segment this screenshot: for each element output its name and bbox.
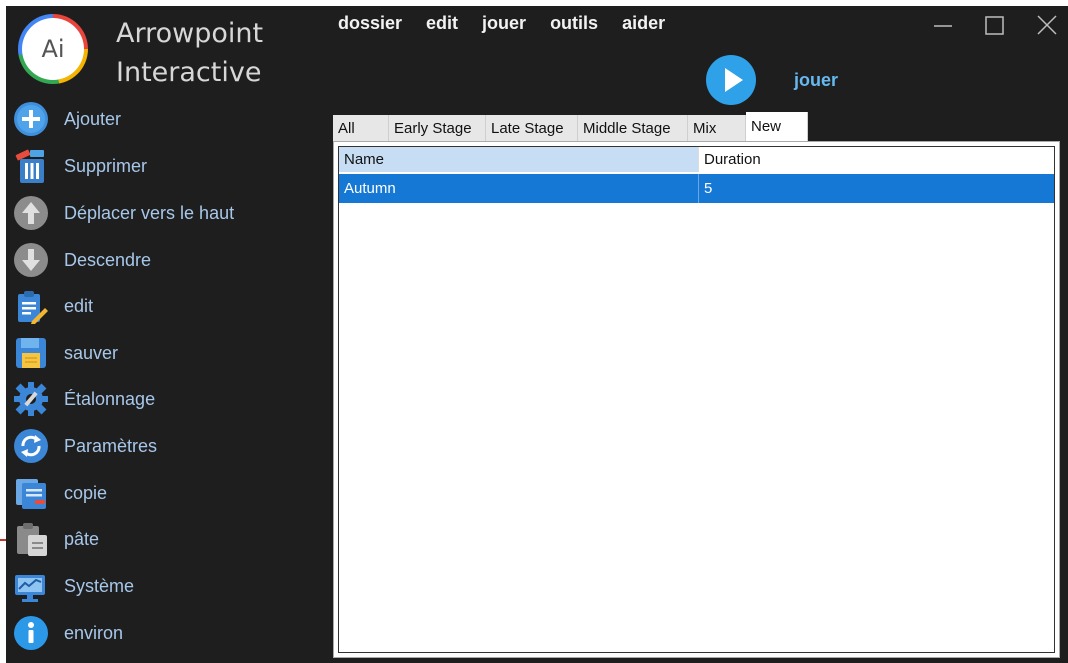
- grid-header-row: Name Duration: [339, 147, 1054, 172]
- sidebar-item-etalonnage[interactable]: Étalonnage: [12, 379, 312, 419]
- sidebar-item-label: pâte: [64, 528, 100, 549]
- app-window: Ai Arrowpoint Interactive dossier edit j…: [6, 6, 1068, 663]
- sidebar-item-supprimer[interactable]: Supprimer: [12, 146, 312, 186]
- grid-panel: Name Duration Autumn 5: [333, 141, 1060, 658]
- play-label[interactable]: jouer: [794, 70, 838, 91]
- maximize-icon: [985, 16, 1004, 35]
- sidebar-item-copie[interactable]: copie: [12, 473, 312, 513]
- menu-aider[interactable]: aider: [622, 13, 665, 34]
- column-header-name[interactable]: Name: [339, 147, 699, 172]
- sidebar-item-sauver[interactable]: sauver: [12, 333, 312, 373]
- tab-bar: All Early Stage Late Stage Middle Stage …: [333, 112, 808, 141]
- logo: Ai: [18, 14, 88, 84]
- sidebar-item-label: Déplacer vers le haut: [64, 202, 235, 223]
- tab-early-stage[interactable]: Early Stage: [389, 115, 486, 141]
- menu-jouer[interactable]: jouer: [482, 13, 526, 34]
- sidebar-item-label: Descendre: [64, 249, 152, 270]
- info-icon: [12, 614, 50, 652]
- sidebar-item-edit[interactable]: edit: [12, 286, 312, 326]
- sidebar-item-label: sauver: [64, 342, 119, 363]
- tab-mix[interactable]: Mix: [688, 115, 746, 141]
- close-button[interactable]: [1032, 12, 1062, 38]
- sidebar-item-label: Paramètres: [64, 435, 158, 456]
- tab-middle-stage[interactable]: Middle Stage: [578, 115, 688, 141]
- cell-duration[interactable]: 5: [699, 174, 1054, 203]
- sidebar-item-deplacer-vers-le-haut[interactable]: Déplacer vers le haut: [12, 193, 312, 233]
- save-icon: [12, 334, 50, 372]
- tab-late-stage[interactable]: Late Stage: [486, 115, 578, 141]
- sidebar-item-label: Supprimer: [64, 155, 148, 176]
- menu-dossier[interactable]: dossier: [338, 13, 402, 34]
- minimize-icon: [934, 25, 952, 27]
- close-icon: [1037, 15, 1057, 35]
- sidebar-item-label: environ: [64, 622, 124, 643]
- paste-icon: [12, 520, 50, 558]
- play-icon: [725, 68, 743, 92]
- sidebar-item-label: Étalonnage: [64, 388, 156, 409]
- tab-new[interactable]: New: [746, 112, 808, 141]
- sidebar-item-parametres[interactable]: Paramètres: [12, 426, 312, 466]
- minimize-button[interactable]: [928, 12, 958, 38]
- copy-icon: [12, 474, 50, 512]
- sidebar-item-ajouter[interactable]: Ajouter: [12, 99, 312, 139]
- trash-icon: [12, 147, 50, 185]
- sidebar-item-systeme[interactable]: Système: [12, 566, 312, 606]
- maximize-button[interactable]: [980, 12, 1010, 38]
- add-icon: [12, 100, 50, 138]
- edge-marker: [0, 539, 6, 541]
- cell-name[interactable]: Autumn: [339, 174, 699, 203]
- brand-name: Arrowpoint Interactive: [116, 14, 263, 92]
- edit-icon: [12, 287, 50, 325]
- sidebar-item-label: edit: [64, 295, 94, 316]
- sidebar-item-label: Ajouter: [64, 108, 122, 129]
- arrow-up-icon: [12, 194, 50, 232]
- arrow-down-icon: [12, 241, 50, 279]
- logo-text: Ai: [22, 18, 84, 80]
- menu-outils[interactable]: outils: [550, 13, 598, 34]
- tab-all[interactable]: All: [333, 115, 389, 141]
- sidebar-item-pate[interactable]: pâte: [12, 519, 312, 559]
- system-icon: [12, 567, 50, 605]
- brand-line-1: Arrowpoint: [116, 18, 264, 49]
- data-grid[interactable]: Name Duration Autumn 5: [338, 146, 1055, 653]
- table-row[interactable]: Autumn 5: [339, 174, 1054, 203]
- sidebar-item-label: Système: [64, 575, 135, 596]
- column-header-duration[interactable]: Duration: [699, 147, 1054, 172]
- calibration-gear-icon: [12, 380, 50, 418]
- play-button[interactable]: [706, 55, 756, 105]
- menu-bar: dossier edit jouer outils aider: [338, 13, 665, 34]
- sidebar-item-label: copie: [64, 482, 108, 503]
- sidebar-item-descendre[interactable]: Descendre: [12, 240, 312, 280]
- menu-edit[interactable]: edit: [426, 13, 458, 34]
- brand-line-2: Interactive: [116, 57, 262, 88]
- settings-refresh-icon: [12, 427, 50, 465]
- sidebar-item-environ[interactable]: environ: [12, 613, 312, 653]
